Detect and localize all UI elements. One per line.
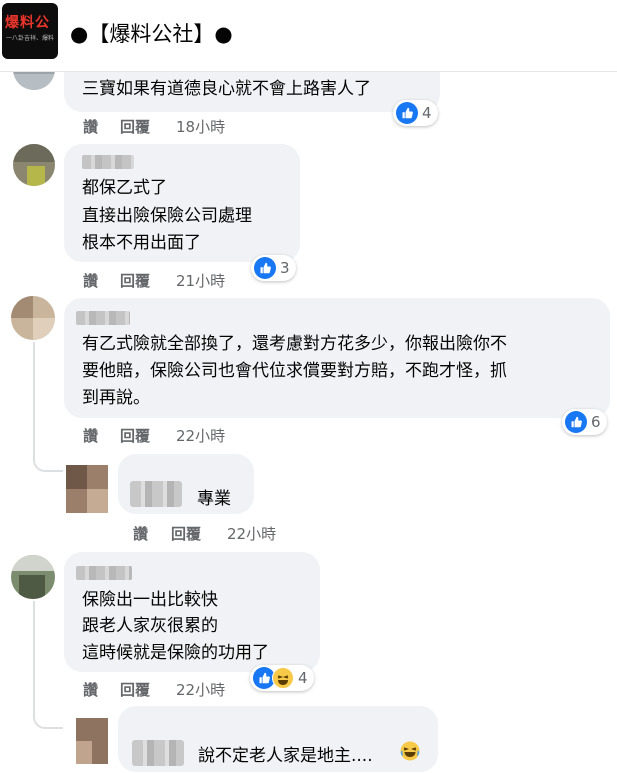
comment-actions: 讚 回覆 22小時 [83, 425, 283, 445]
logo-subtext: 一八卦吉祥、爆料 [6, 35, 55, 42]
avatar[interactable] [11, 296, 55, 340]
like-button[interactable]: 讚 [83, 679, 98, 700]
reaction-count: 6 [591, 413, 601, 431]
comment-timestamp[interactable]: 21小時 [176, 270, 225, 291]
commenter-name[interactable] [132, 740, 184, 766]
comment-text: 跟老人家灰很累的 [82, 616, 218, 636]
reaction-count: 4 [298, 669, 308, 687]
like-button[interactable]: 讚 [83, 116, 98, 137]
thread-line [33, 342, 63, 472]
reply-button[interactable]: 回覆 [171, 523, 201, 544]
avatar[interactable] [66, 465, 108, 513]
comment-actions: 讚 回覆 21小時 [83, 270, 283, 290]
commenter-name[interactable] [76, 566, 132, 580]
thread-line [33, 601, 63, 729]
comment-actions: 讚 回覆 18小時 [83, 116, 283, 136]
comment-text: 這時候就是保險的功用了 [82, 643, 269, 663]
reply-text: 說不定老人家是地主.... [198, 746, 373, 766]
page-logo[interactable]: 爆料公 一八卦吉祥、爆料 [2, 3, 58, 59]
avatar[interactable] [13, 144, 55, 186]
comment-timestamp[interactable]: 22小時 [227, 523, 276, 544]
reaction-summary[interactable]: 4 [393, 100, 438, 126]
comment-text: 有乙式險就全部換了，還考慮對方花多少，你報出險你不 [82, 334, 507, 354]
comment-timestamp[interactable]: 22小時 [176, 425, 225, 446]
comment-actions: 讚 回覆 22小時 [83, 679, 283, 699]
laughing-emoji-icon [400, 741, 420, 761]
comment-actions: 讚 回覆 22小時 [133, 523, 333, 543]
like-icon [565, 411, 587, 433]
like-icon [396, 102, 418, 124]
avatar[interactable] [76, 718, 108, 764]
logo-text: 爆料公 [5, 15, 50, 31]
avatar[interactable] [11, 555, 55, 599]
comment-text: 根本不用出面了 [82, 233, 201, 253]
comment-text: 都保乙式了 [82, 178, 167, 198]
comment-text: 要他賠，保險公司也會代位求償要對方賠，不跑才怪，抓 [82, 361, 507, 381]
like-button[interactable]: 讚 [133, 523, 148, 544]
reaction-summary[interactable]: 6 [562, 409, 607, 435]
reply-button[interactable]: 回覆 [120, 270, 150, 291]
comment-text: 保險出一出比較快 [82, 590, 218, 610]
comment-text: 三寶如果有道德良心就不會上路害人了 [82, 79, 371, 99]
page-header: 爆料公 一八卦吉祥、爆料 ●【爆料公社】● [0, 0, 617, 72]
comment-timestamp[interactable]: 18小時 [176, 116, 225, 137]
page-name[interactable]: ●【爆料公社】● [70, 18, 233, 48]
like-button[interactable]: 讚 [83, 425, 98, 446]
reply-button[interactable]: 回覆 [120, 679, 150, 700]
comment-text: 到再說。 [82, 388, 150, 408]
commenter-name[interactable] [82, 155, 134, 169]
like-button[interactable]: 讚 [83, 270, 98, 291]
reply-button[interactable]: 回覆 [120, 116, 150, 137]
reaction-count: 4 [422, 104, 432, 122]
commenter-name[interactable] [130, 481, 182, 507]
comment-timestamp[interactable]: 22小時 [176, 679, 225, 700]
reply-text: 專業 [197, 489, 231, 509]
commenter-name[interactable] [76, 311, 130, 325]
reply-button[interactable]: 回覆 [120, 425, 150, 446]
comment-text: 直接出險保險公司處理 [82, 206, 252, 226]
